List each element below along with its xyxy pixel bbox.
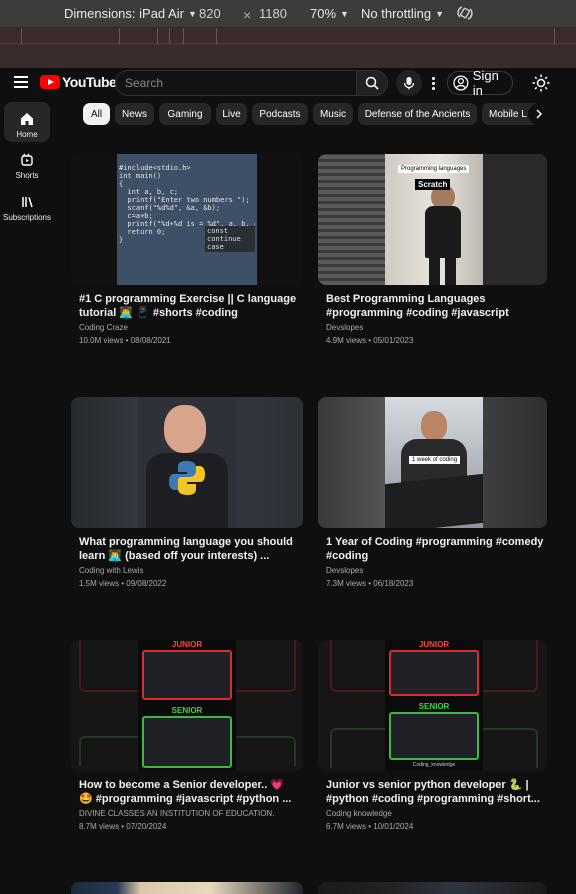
thumbnail-caption: 1 week of coding: [409, 456, 461, 464]
device-dimensions-label: Dimensions: iPad Air: [64, 6, 184, 21]
channel-name[interactable]: Coding with Lewis: [79, 566, 297, 575]
rotate-icon[interactable]: [456, 4, 474, 22]
video-title[interactable]: What programming language you should lea…: [79, 535, 297, 563]
chip-all[interactable]: All: [83, 103, 110, 125]
video-metadata: 10.0M views • 08/08/2021: [79, 336, 171, 345]
video-metadata: 8.7M views • 07/20/2024: [79, 822, 167, 831]
chip-live[interactable]: Live: [216, 103, 247, 125]
code-comparison-image: JUNIOR SENIOR: [138, 640, 236, 771]
junior-label: JUNIOR: [418, 640, 450, 649]
zoom-select[interactable]: 70% ▼: [310, 6, 349, 21]
more-options-icon[interactable]: [428, 73, 438, 93]
video-metadata: 1.5M views • 09/08/2022: [79, 579, 167, 588]
channel-name[interactable]: Coding Craze: [79, 323, 297, 332]
search-icon: [365, 76, 379, 90]
sign-in-label: Sign in: [472, 68, 499, 98]
junior-label: JUNIOR: [171, 640, 203, 649]
video-title[interactable]: Best Programming Languages #programming …: [326, 292, 544, 320]
media-query-ruler: [0, 28, 576, 68]
youtube-play-icon: [40, 75, 60, 89]
senior-label: SENIOR: [171, 706, 203, 715]
sidebar-item-shorts[interactable]: Shorts: [4, 143, 50, 183]
video-thumbnail[interactable]: #include<stdio.h> int main() { int a, b,…: [71, 154, 303, 285]
video-thumbnail[interactable]: [71, 882, 303, 894]
masthead: YouTube Sign in: [0, 68, 576, 98]
search-button[interactable]: [356, 70, 388, 96]
account-icon: [453, 75, 469, 91]
channel-name[interactable]: Devslopes: [326, 323, 544, 332]
video-metadata: 7.3M views • 06/18/2023: [326, 579, 414, 588]
chip-music[interactable]: Music: [313, 103, 353, 125]
thumbnail-caption: Coding_knowledge: [412, 762, 456, 768]
chip-gaming[interactable]: Gaming: [159, 103, 211, 125]
code-editor-image: #include<stdio.h> int main() { int a, b,…: [117, 154, 257, 285]
code-comparison-image: JUNIOR SENIOR Coding_knowledge: [385, 640, 483, 771]
presenter-image: [385, 154, 483, 285]
chevron-down-icon: ▼: [340, 8, 349, 19]
video-metadata: 6.7M views • 10/01/2024: [326, 822, 414, 831]
video-thumbnail[interactable]: 1 week of coding: [318, 397, 547, 528]
sign-in-button[interactable]: Sign in: [447, 68, 513, 98]
height-input[interactable]: 1180: [259, 6, 287, 21]
home-icon: [21, 113, 33, 125]
throttling-select[interactable]: No throttling ▼: [361, 6, 444, 21]
autocomplete-item: case: [207, 243, 224, 251]
video-title[interactable]: Junior vs senior python developer 🐍 | #p…: [326, 778, 544, 806]
presenter-image: [138, 397, 236, 528]
chip-podcasts[interactable]: Podcasts: [252, 103, 308, 125]
chip-news[interactable]: News: [115, 103, 154, 125]
video-thumbnail[interactable]: [71, 397, 303, 528]
sidebar-item-label: Home: [16, 130, 38, 139]
width-input[interactable]: 820: [199, 6, 221, 21]
chip-next-button[interactable]: [528, 103, 550, 125]
python-logo-icon: [169, 461, 205, 495]
channel-name[interactable]: Devslopes: [326, 566, 544, 575]
chip-bar: All News Gaming Live Podcasts Music Defe…: [83, 103, 549, 125]
chip-defense-of-the-ancients[interactable]: Defense of the Ancients: [358, 103, 477, 125]
menu-icon[interactable]: [14, 76, 28, 88]
autocomplete-item: continue: [207, 235, 241, 243]
sidebar-item-label: Subscriptions: [2, 213, 52, 222]
devtools-toolbar: Dimensions: iPad Air ▼ 820 × 1180 70% ▼ …: [0, 0, 576, 28]
autocomplete-popup: const continue case: [205, 226, 255, 252]
sidebar-item-subscriptions[interactable]: Subscriptions: [2, 185, 52, 225]
logo-text: YouTube: [62, 74, 117, 90]
shorts-icon: [21, 153, 33, 166]
device-dimensions-select[interactable]: Dimensions: iPad Air ▼: [64, 6, 197, 21]
device-viewport: YouTube Sign in: [0, 68, 576, 894]
video-thumbnail[interactable]: [318, 882, 547, 894]
youtube-logo[interactable]: YouTube: [40, 74, 117, 90]
channel-name[interactable]: Coding knowledge: [326, 809, 544, 818]
video-thumbnail[interactable]: JUNIOR SENIOR Coding_knowledge: [318, 640, 547, 771]
senior-label: SENIOR: [418, 702, 450, 711]
video-metadata: 4.9M views • 05/01/2023: [326, 336, 414, 345]
thumbnail-caption: Scratch: [415, 179, 451, 190]
channel-name[interactable]: DIVINE CLASSES AN INSTITUTION OF EDUCATI…: [79, 809, 297, 818]
video-thumbnail[interactable]: JUNIOR SENIOR: [71, 640, 303, 771]
subscriptions-icon: [22, 197, 33, 208]
microphone-icon: [403, 77, 415, 90]
search-input[interactable]: [116, 71, 356, 95]
sidebar-item-label: Shorts: [15, 171, 39, 180]
search-box: [115, 70, 357, 96]
video-thumbnail[interactable]: Programming languages Scratch: [318, 154, 547, 285]
voice-search-button[interactable]: [396, 70, 422, 96]
chevron-right-icon: [536, 109, 543, 119]
chevron-down-icon: ▼: [187, 8, 197, 19]
chevron-down-icon: ▼: [435, 8, 445, 19]
sidebar-item-home[interactable]: Home: [4, 102, 50, 142]
video-title[interactable]: 1 Year of Coding #programming #comedy #c…: [326, 535, 544, 563]
autocomplete-item: const: [207, 227, 229, 235]
video-title[interactable]: How to become a Senior developer.. 💗 🤩 #…: [79, 778, 297, 806]
video-title[interactable]: #1 C programming Exercise || C language …: [79, 292, 297, 320]
thumbnail-caption: Programming languages: [398, 165, 470, 173]
sun-icon[interactable]: [532, 74, 550, 92]
zoom-value: 70%: [310, 6, 337, 21]
times-icon: ×: [243, 7, 252, 23]
throttling-value: No throttling: [361, 6, 432, 21]
